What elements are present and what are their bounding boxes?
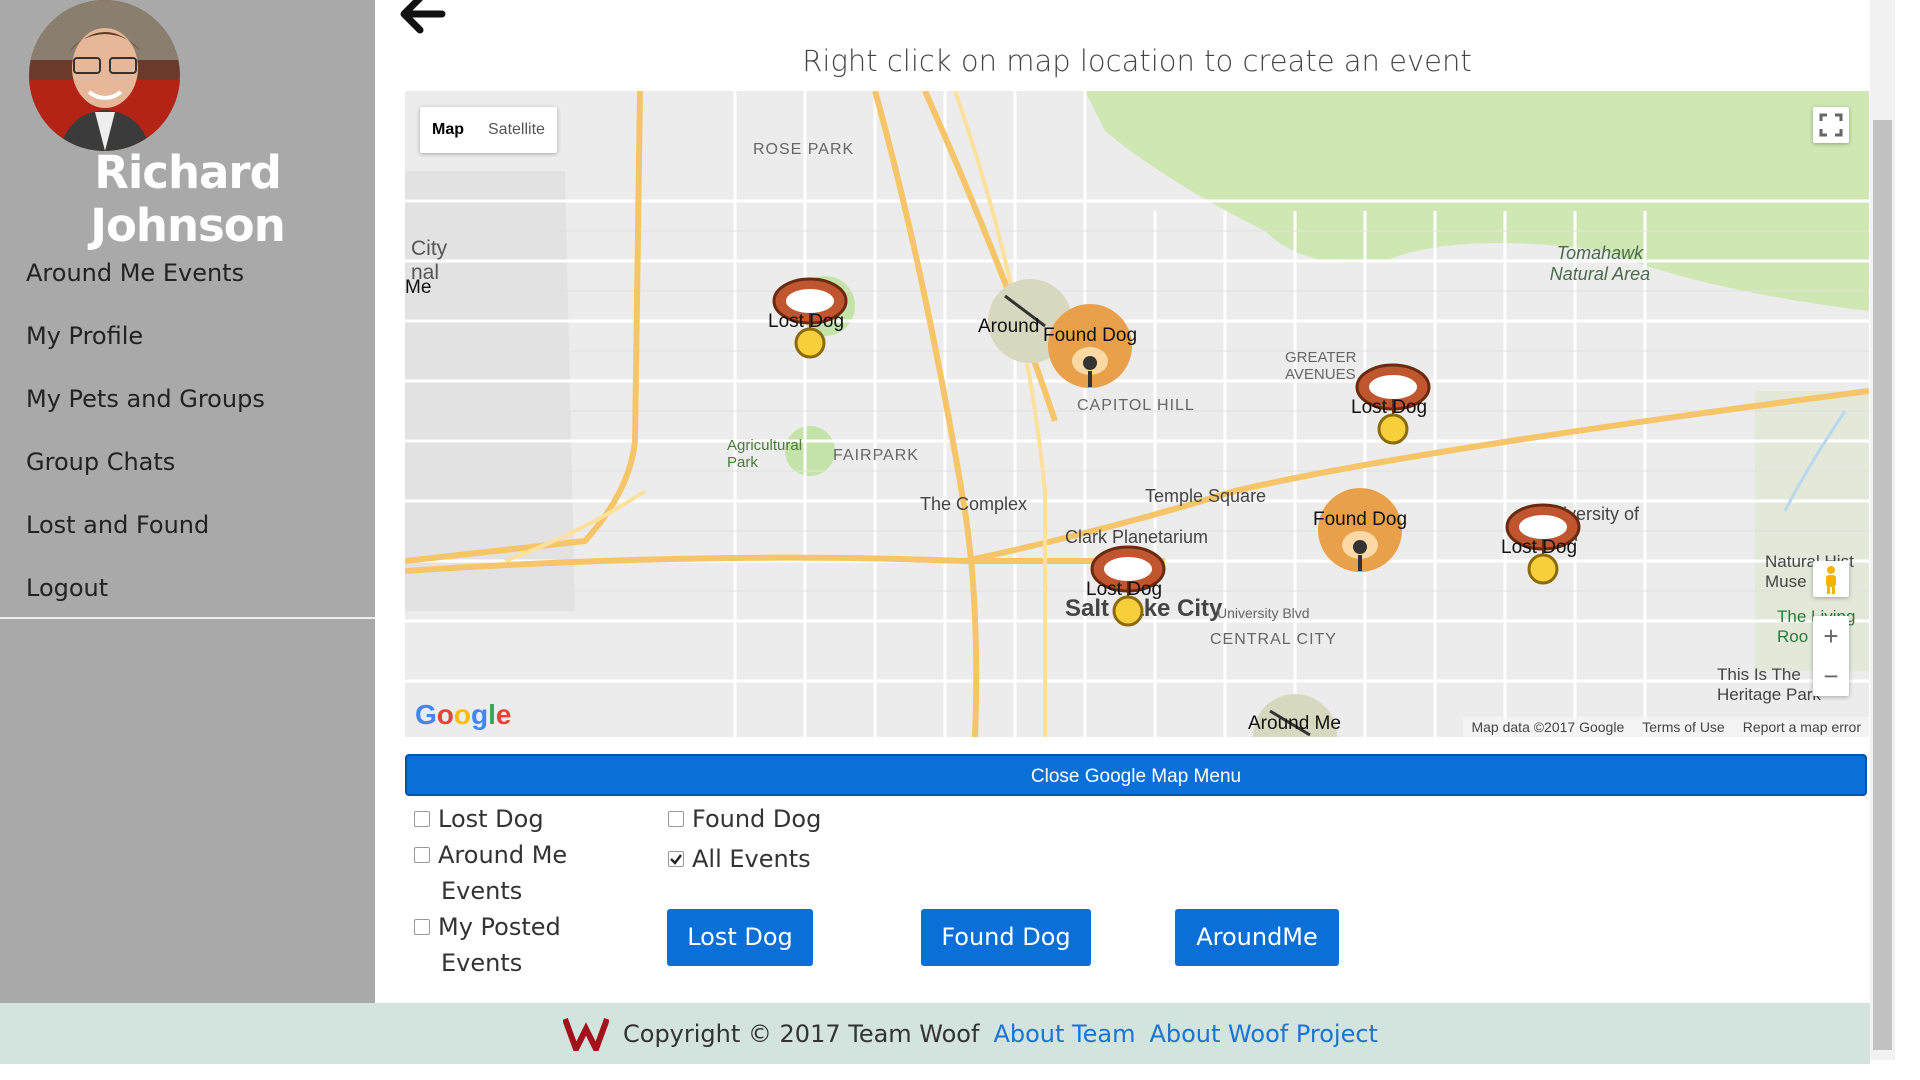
- marker-label: Lost Dog: [1501, 537, 1578, 558]
- zoom-in-button[interactable]: +: [1813, 616, 1849, 656]
- all-events-label: All Events: [692, 845, 811, 873]
- found-dog-button[interactable]: Found Dog: [921, 909, 1091, 966]
- place-central-city: CENTRAL CITY: [1210, 631, 1337, 648]
- nav-around-me-events[interactable]: Around Me Events: [0, 252, 375, 315]
- lost-dog-label: Lost Dog: [438, 805, 544, 833]
- marker-label: Found Dog: [1313, 509, 1408, 530]
- found-dog-label: Found Dog: [692, 805, 822, 833]
- found-dog-checkbox[interactable]: [668, 811, 684, 827]
- page-scrollbar[interactable]: [1870, 0, 1895, 1060]
- lost-dog-checkbox[interactable]: [414, 811, 430, 827]
- map-marker-around-me[interactable]: Me: [405, 277, 431, 299]
- place-the-complex: The Complex: [920, 494, 1028, 514]
- map-data-label: Map data ©2017 Google: [1471, 719, 1625, 735]
- nav-my-profile[interactable]: My Profile: [0, 315, 375, 378]
- my-posted-label-line1: My Posted: [438, 913, 561, 941]
- fullscreen-icon: [1819, 113, 1843, 137]
- scrollbar-thumb[interactable]: [1873, 120, 1892, 1050]
- about-woof-project-link[interactable]: About Woof Project: [1149, 1020, 1377, 1048]
- nav-my-pets-and-groups[interactable]: My Pets and Groups: [0, 378, 375, 441]
- back-arrow-icon[interactable]: [400, 0, 446, 34]
- checkmark-icon: [670, 854, 682, 865]
- map-marker-lost-dog[interactable]: Lost Dog: [768, 273, 850, 369]
- marker-label: Around: [978, 316, 1040, 337]
- around-me-events-checkbox[interactable]: [414, 847, 430, 863]
- my-posted-events-checkbox[interactable]: [414, 919, 430, 935]
- google-map[interactable]: ROSE PARK CAPITOL HILL FAIRPARK Agricult…: [405, 91, 1869, 737]
- place-fairpark: FAIRPARK: [833, 447, 919, 464]
- map-marker-found-dog[interactable]: Found Dog: [1313, 485, 1408, 581]
- zoom-out-button[interactable]: −: [1813, 656, 1849, 696]
- team-woof-logo: [563, 1017, 609, 1051]
- marker-label: Me: [405, 277, 432, 298]
- marker-label: Lost Dog: [1086, 579, 1163, 600]
- nav-lost-and-found[interactable]: Lost and Found: [0, 504, 375, 567]
- sidebar: Richard Johnson Around Me Events My Prof…: [0, 0, 375, 1003]
- around-me-label-line2: Events: [441, 877, 523, 905]
- zoom-control: + −: [1813, 616, 1849, 696]
- map-marker-around-me[interactable]: Around Me: [1248, 691, 1341, 737]
- all-events-checkbox[interactable]: [668, 851, 684, 867]
- report-map-error-link[interactable]: Report a map error: [1743, 717, 1861, 737]
- sidebar-nav: Around Me Events My Profile My Pets and …: [0, 252, 375, 630]
- sidebar-divider: [0, 617, 375, 619]
- my-posted-label-line2: Events: [441, 949, 523, 977]
- marker-label: Lost Dog: [1351, 397, 1428, 418]
- place-agricultural-park: Agricultural Park: [727, 437, 803, 471]
- close-map-menu-button[interactable]: Close Google Map Menu: [405, 754, 1867, 796]
- pegman-icon: [1826, 566, 1836, 594]
- avatar: [29, 0, 180, 151]
- user-name: Richard Johnson: [90, 146, 285, 252]
- lost-dog-button[interactable]: Lost Dog: [667, 909, 813, 966]
- around-me-button[interactable]: AroundMe: [1175, 909, 1339, 966]
- map-marker-lost-dog[interactable]: Lost Dog: [1086, 541, 1168, 637]
- map-attribution: Map data ©2017 Google Terms of Use Repor…: [1463, 717, 1869, 737]
- place-tomahawk: Tomahawk Natural Area: [1549, 243, 1651, 284]
- map-type-map-button[interactable]: Map: [420, 107, 476, 153]
- footer: Copyright © 2017 Team Woof About Team Ab…: [0, 1003, 1870, 1064]
- street-view-pegman[interactable]: [1813, 561, 1849, 597]
- map-type-satellite-button[interactable]: Satellite: [476, 107, 557, 153]
- map-marker-lost-dog[interactable]: Lost Dog: [1351, 359, 1433, 455]
- nav-group-chats[interactable]: Group Chats: [0, 441, 375, 504]
- google-logo: Google: [415, 699, 512, 730]
- map-marker-found-dog[interactable]: Found Dog: [1043, 301, 1138, 397]
- map-instruction: Right click on map location to create an…: [802, 44, 1472, 78]
- map-type-control: Map Satellite: [420, 107, 557, 153]
- around-me-label-line1: Around Me: [438, 841, 568, 869]
- about-team-link[interactable]: About Team: [993, 1020, 1135, 1048]
- terms-of-use-link[interactable]: Terms of Use: [1642, 717, 1724, 737]
- map-marker-lost-dog[interactable]: Lost Dog: [1501, 499, 1583, 595]
- marker-label: Found Dog: [1043, 325, 1138, 346]
- place-capitol-hill: CAPITOL HILL: [1077, 397, 1195, 414]
- place-temple-square: Temple Square: [1145, 486, 1267, 506]
- fullscreen-button[interactable]: [1813, 107, 1849, 143]
- place-university-blvd: University Blvd: [1217, 605, 1310, 621]
- marker-label: Lost Dog: [768, 311, 845, 332]
- nav-logout[interactable]: Logout: [0, 567, 375, 630]
- copyright-text: Copyright © 2017 Team Woof: [623, 1019, 980, 1048]
- place-rose-park: ROSE PARK: [753, 141, 855, 158]
- marker-label: Around Me: [1248, 713, 1341, 734]
